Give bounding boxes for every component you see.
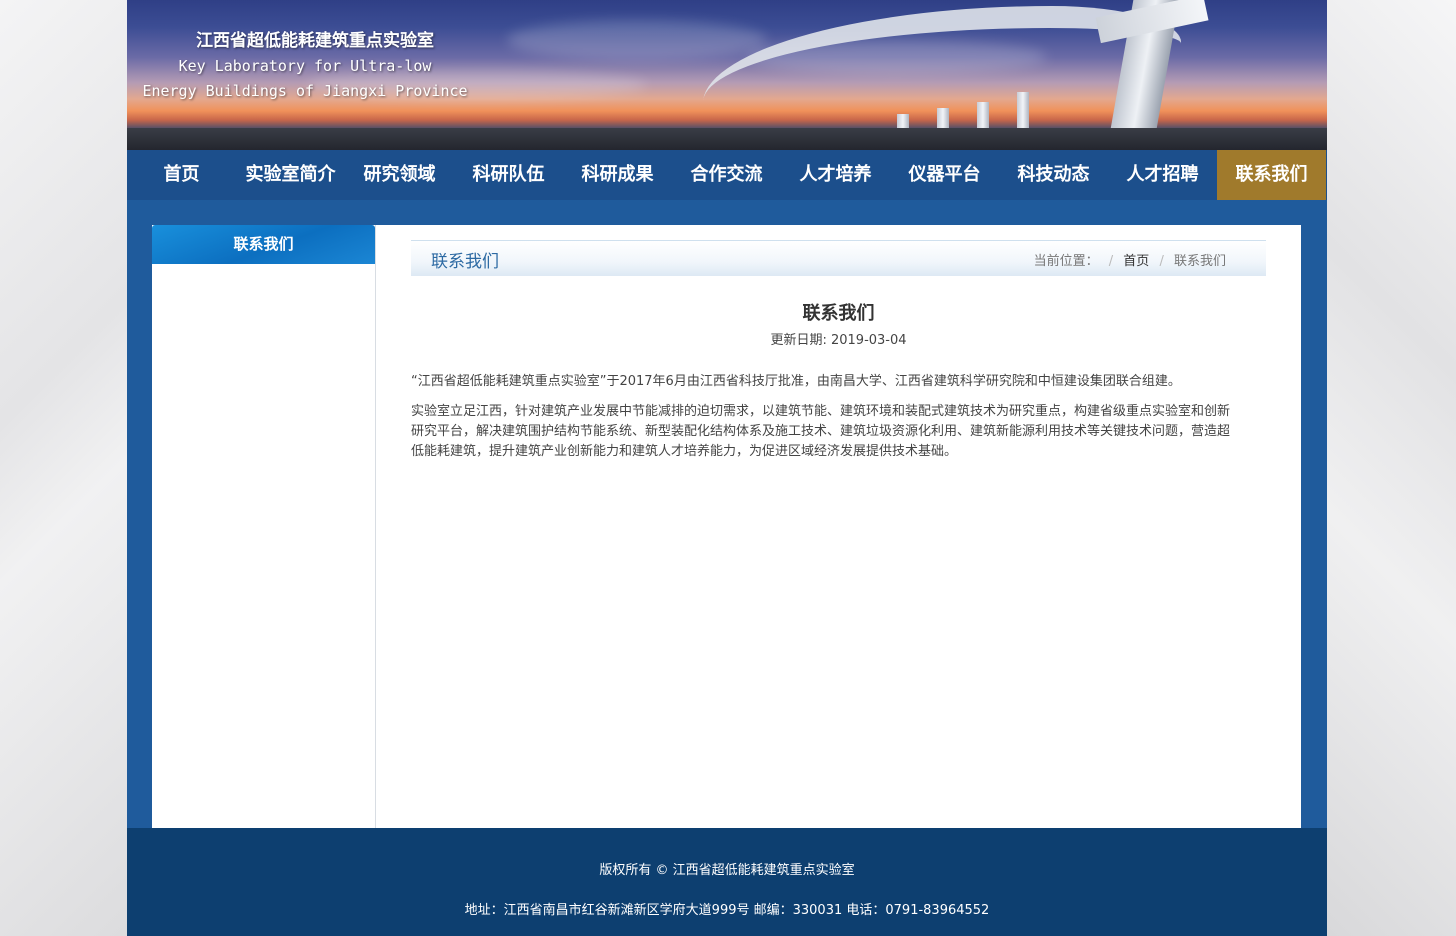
nav-item-contact-us[interactable]: 联系我们 [1217, 150, 1326, 200]
main-navigation: 首页 实验室简介 研究领域 科研队伍 科研成果 合作交流 人才培养 仪器平台 科… [127, 150, 1327, 200]
nav-item-instrument-platform[interactable]: 仪器平台 [890, 150, 999, 200]
breadcrumb-current: 联系我们 [1173, 254, 1226, 269]
breadcrumb-separator: / [1108, 254, 1114, 269]
nav-item-talent-training[interactable]: 人才培养 [781, 150, 890, 200]
footer-address: 地址：江西省南昌市红谷新滩新区学府大道999号 邮编：330031 电话：079… [464, 903, 990, 918]
banner-ground [127, 128, 1327, 150]
section-header-bar: 联系我们 当前位置： / 首页 / 联系我们 [411, 240, 1266, 276]
page-container: 江西省超低能耗建筑重点实验室 Key Laboratory for Ultra-… [127, 0, 1327, 936]
article-body: “江西省超低能耗建筑重点实验室”于2017年6月由江西省科技厅批准，由南昌大学、… [411, 372, 1266, 462]
site-logo-title[interactable]: 江西省超低能耗建筑重点实验室 Key Laboratory for Ultra-… [127, 28, 483, 104]
nav-item-research-team[interactable]: 科研队伍 [454, 150, 563, 200]
page-background-right [1327, 0, 1456, 936]
site-title-chinese: 江西省超低能耗建筑重点实验室 [196, 31, 434, 51]
site-title-english-line1: Key Laboratory for Ultra-low [178, 57, 432, 75]
section-title: 联系我们 [431, 252, 499, 272]
nav-item-home[interactable]: 首页 [127, 150, 236, 200]
main-area: 联系我们 联系我们 当前位置： / 首页 / 联系我们 联系我们 更新日期: 2… [127, 200, 1327, 828]
sidebar: 联系我们 [152, 225, 376, 828]
nav-item-tech-news[interactable]: 科技动态 [999, 150, 1108, 200]
breadcrumb: 当前位置： / 首页 / 联系我们 [1034, 250, 1226, 269]
nav-item-research-fields[interactable]: 研究领域 [345, 150, 454, 200]
nav-item-recruitment[interactable]: 人才招聘 [1108, 150, 1217, 200]
nav-item-research-results[interactable]: 科研成果 [563, 150, 672, 200]
page-background-left [0, 0, 127, 936]
nav-item-lab-intro[interactable]: 实验室简介 [236, 150, 345, 200]
breadcrumb-prefix: 当前位置： [1033, 254, 1099, 269]
banner-cloud [507, 20, 767, 60]
article-paragraph: 实验室立足江西，针对建筑产业发展中节能减排的迫切需求，以建筑节能、建筑环境和装配… [411, 404, 1231, 459]
site-title-english-line2: Energy Buildings of Jiangxi Province [142, 82, 468, 100]
article-paragraph: “江西省超低能耗建筑重点实验室”于2017年6月由江西省科技厅批准，由南昌大学、… [411, 374, 1181, 389]
breadcrumb-separator: / [1159, 254, 1164, 269]
article-title: 联系我们 [802, 303, 875, 324]
footer: 版权所有 © 江西省超低能耗建筑重点实验室 地址：江西省南昌市红谷新滩新区学府大… [127, 828, 1327, 936]
content-panel: 联系我们 联系我们 当前位置： / 首页 / 联系我们 联系我们 更新日期: 2… [152, 225, 1301, 828]
article-date: 更新日期: 2019-03-04 [770, 333, 907, 348]
header-banner: 江西省超低能耗建筑重点实验室 Key Laboratory for Ultra-… [127, 0, 1327, 150]
footer-copyright: 版权所有 © 江西省超低能耗建筑重点实验室 [599, 863, 855, 878]
main-content: 联系我们 当前位置： / 首页 / 联系我们 联系我们 更新日期: 2019-0… [411, 240, 1266, 472]
sidebar-heading[interactable]: 联系我们 [152, 225, 375, 264]
breadcrumb-home-link[interactable]: 首页 [1123, 254, 1149, 269]
nav-item-cooperation[interactable]: 合作交流 [672, 150, 781, 200]
